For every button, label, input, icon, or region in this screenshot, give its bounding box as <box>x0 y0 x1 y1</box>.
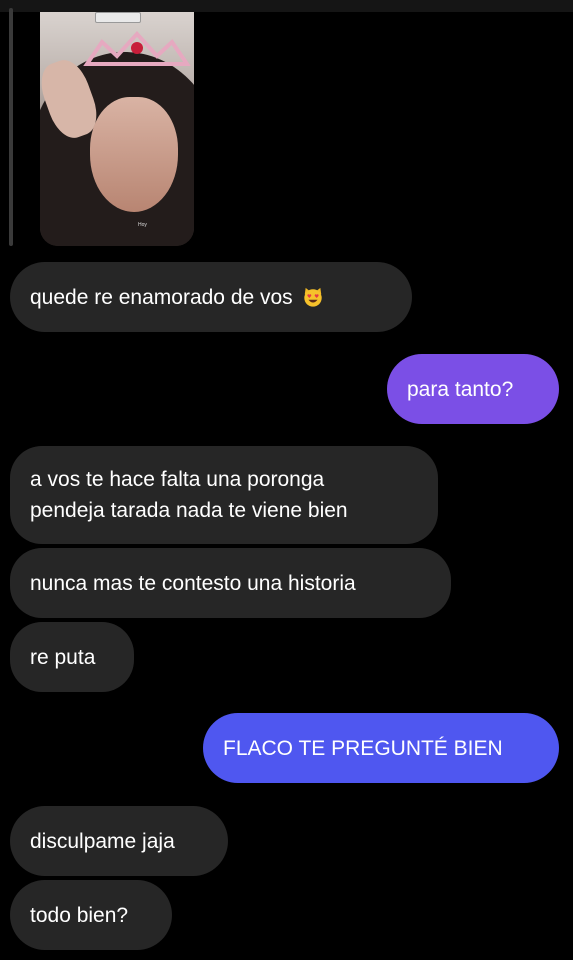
smiling-cat-heart-eyes-icon <box>303 287 322 307</box>
message-text: FLACO TE PREGUNTÉ BIEN <box>223 736 503 760</box>
message-text: para tanto? <box>407 377 514 401</box>
message-text: quede re enamorado de vos <box>30 285 293 309</box>
message-received-4[interactable]: re puta <box>10 622 134 692</box>
story-reply-bar <box>9 8 13 246</box>
story-tag <box>95 12 141 23</box>
message-line-2: pendeja tarada nada te viene bien <box>30 499 348 522</box>
message-received-2[interactable]: a vos te hace falta una poronga pendeja … <box>10 446 438 544</box>
message-sent-1[interactable]: para tanto? <box>387 354 559 424</box>
message-received-6[interactable]: todo bien? <box>10 880 172 950</box>
message-text-block: a vos te hace falta una poronga pendeja … <box>30 464 348 526</box>
message-line-1: a vos te hace falta una poronga <box>30 468 325 491</box>
message-sent-2[interactable]: FLACO TE PREGUNTÉ BIEN <box>203 713 559 783</box>
top-edge <box>0 0 573 12</box>
story-thumbnail[interactable]: Hoy <box>40 12 194 246</box>
message-text: todo bien? <box>30 903 129 927</box>
message-text: disculpame jaja <box>30 829 175 853</box>
message-received-1[interactable]: quede re enamorado de vos <box>10 262 412 332</box>
message-received-3[interactable]: nunca mas te contesto una historia <box>10 548 451 618</box>
story-face <box>90 97 178 212</box>
tiara-icon <box>83 31 191 66</box>
message-text: nunca mas te contesto una historia <box>30 571 356 595</box>
message-text: re puta <box>30 645 96 669</box>
message-received-5[interactable]: disculpame jaja <box>10 806 228 876</box>
story-caption: Hoy <box>138 222 147 228</box>
